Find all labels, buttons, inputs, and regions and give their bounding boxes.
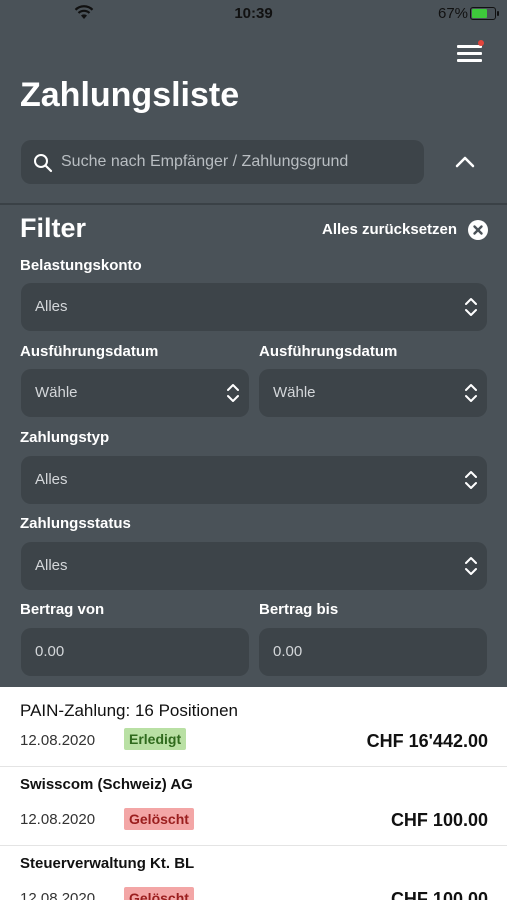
- status-time: 10:39: [234, 5, 273, 22]
- chevron-up-down-icon: [465, 557, 477, 575]
- close-circle-icon[interactable]: [468, 220, 488, 240]
- divider: [0, 203, 507, 205]
- payment-amount: CHF 100.00: [390, 810, 488, 830]
- payment-title: Steuerverwaltung Kt. BL: [20, 855, 195, 872]
- payment-title: PAIN-Zahlung: 16 Positionen: [20, 701, 238, 720]
- belastungskonto-value: Alles: [35, 298, 68, 315]
- status-badge: Erledigt: [124, 728, 187, 750]
- chevron-up-icon[interactable]: [452, 150, 478, 172]
- payment-date: 12.08.2020: [20, 811, 96, 828]
- status-bar: 10:39 67%: [0, 0, 507, 28]
- belastungskonto-select[interactable]: Alles: [21, 283, 487, 331]
- list-item[interactable]: Swisscom (Schweiz) AG 12.08.2020 Gelösch…: [0, 767, 507, 846]
- search-bar[interactable]: [21, 140, 424, 184]
- page-title: Zahlungsliste: [20, 76, 240, 114]
- amount-to-label: Bertrag bis: [259, 601, 339, 618]
- zahlungsstatus-select[interactable]: Alles: [21, 542, 487, 590]
- amount-from-label: Bertrag von: [20, 601, 105, 618]
- execution-date-from-value: Wähle: [35, 384, 78, 401]
- payment-date: 12.08.2020: [20, 890, 96, 900]
- list-item[interactable]: PAIN-Zahlung: 16 Positionen 12.08.2020 E…: [0, 687, 507, 767]
- execution-date-from-select[interactable]: Wähle: [21, 369, 249, 417]
- search-input[interactable]: [61, 140, 416, 184]
- battery-icon: [470, 7, 499, 20]
- zahlungsstatus-value: Alles: [35, 557, 68, 574]
- battery-percentage: 67%: [438, 5, 469, 22]
- notification-dot: [478, 40, 484, 46]
- status-badge: Gelöscht: [124, 808, 194, 830]
- search-icon: [34, 154, 53, 173]
- zahlungsstatus-label: Zahlungsstatus: [20, 515, 131, 532]
- amount-to-input[interactable]: 0.00: [259, 628, 487, 676]
- execution-date-from-label: Ausführungsdatum: [20, 343, 159, 360]
- chevron-up-down-icon: [465, 384, 477, 402]
- amount-from-value: 0.00: [35, 643, 65, 660]
- chevron-up-down-icon: [227, 384, 239, 402]
- amount-to-value: 0.00: [273, 643, 303, 660]
- hamburger-menu-icon[interactable]: [456, 40, 484, 64]
- payment-date: 12.08.2020: [20, 732, 96, 749]
- execution-date-to-select[interactable]: Wähle: [259, 369, 487, 417]
- payment-title: Swisscom (Schweiz) AG: [20, 776, 193, 793]
- payment-amount: CHF 100.00: [390, 889, 488, 900]
- filter-panel: 10:39 67% Zahlungsliste Filter Alles zur…: [0, 0, 507, 687]
- reset-all-button[interactable]: Alles zurücksetzen: [322, 221, 457, 238]
- zahlungstyp-label: Zahlungstyp: [20, 429, 110, 446]
- payment-amount: CHF 16'442.00: [366, 731, 488, 751]
- execution-date-to-label: Ausführungsdatum: [259, 343, 398, 360]
- chevron-up-down-icon: [465, 298, 477, 316]
- execution-date-to-value: Wähle: [273, 384, 316, 401]
- status-badge: Gelöscht: [124, 887, 194, 900]
- filter-title: Filter: [20, 213, 87, 243]
- list-item[interactable]: Steuerverwaltung Kt. BL 12.08.2020 Gelös…: [0, 846, 507, 900]
- amount-from-input[interactable]: 0.00: [21, 628, 249, 676]
- chevron-up-down-icon: [465, 471, 477, 489]
- zahlungstyp-select[interactable]: Alles: [21, 456, 487, 504]
- zahlungstyp-value: Alles: [35, 471, 68, 488]
- belastungskonto-label: Belastungskonto: [20, 257, 142, 274]
